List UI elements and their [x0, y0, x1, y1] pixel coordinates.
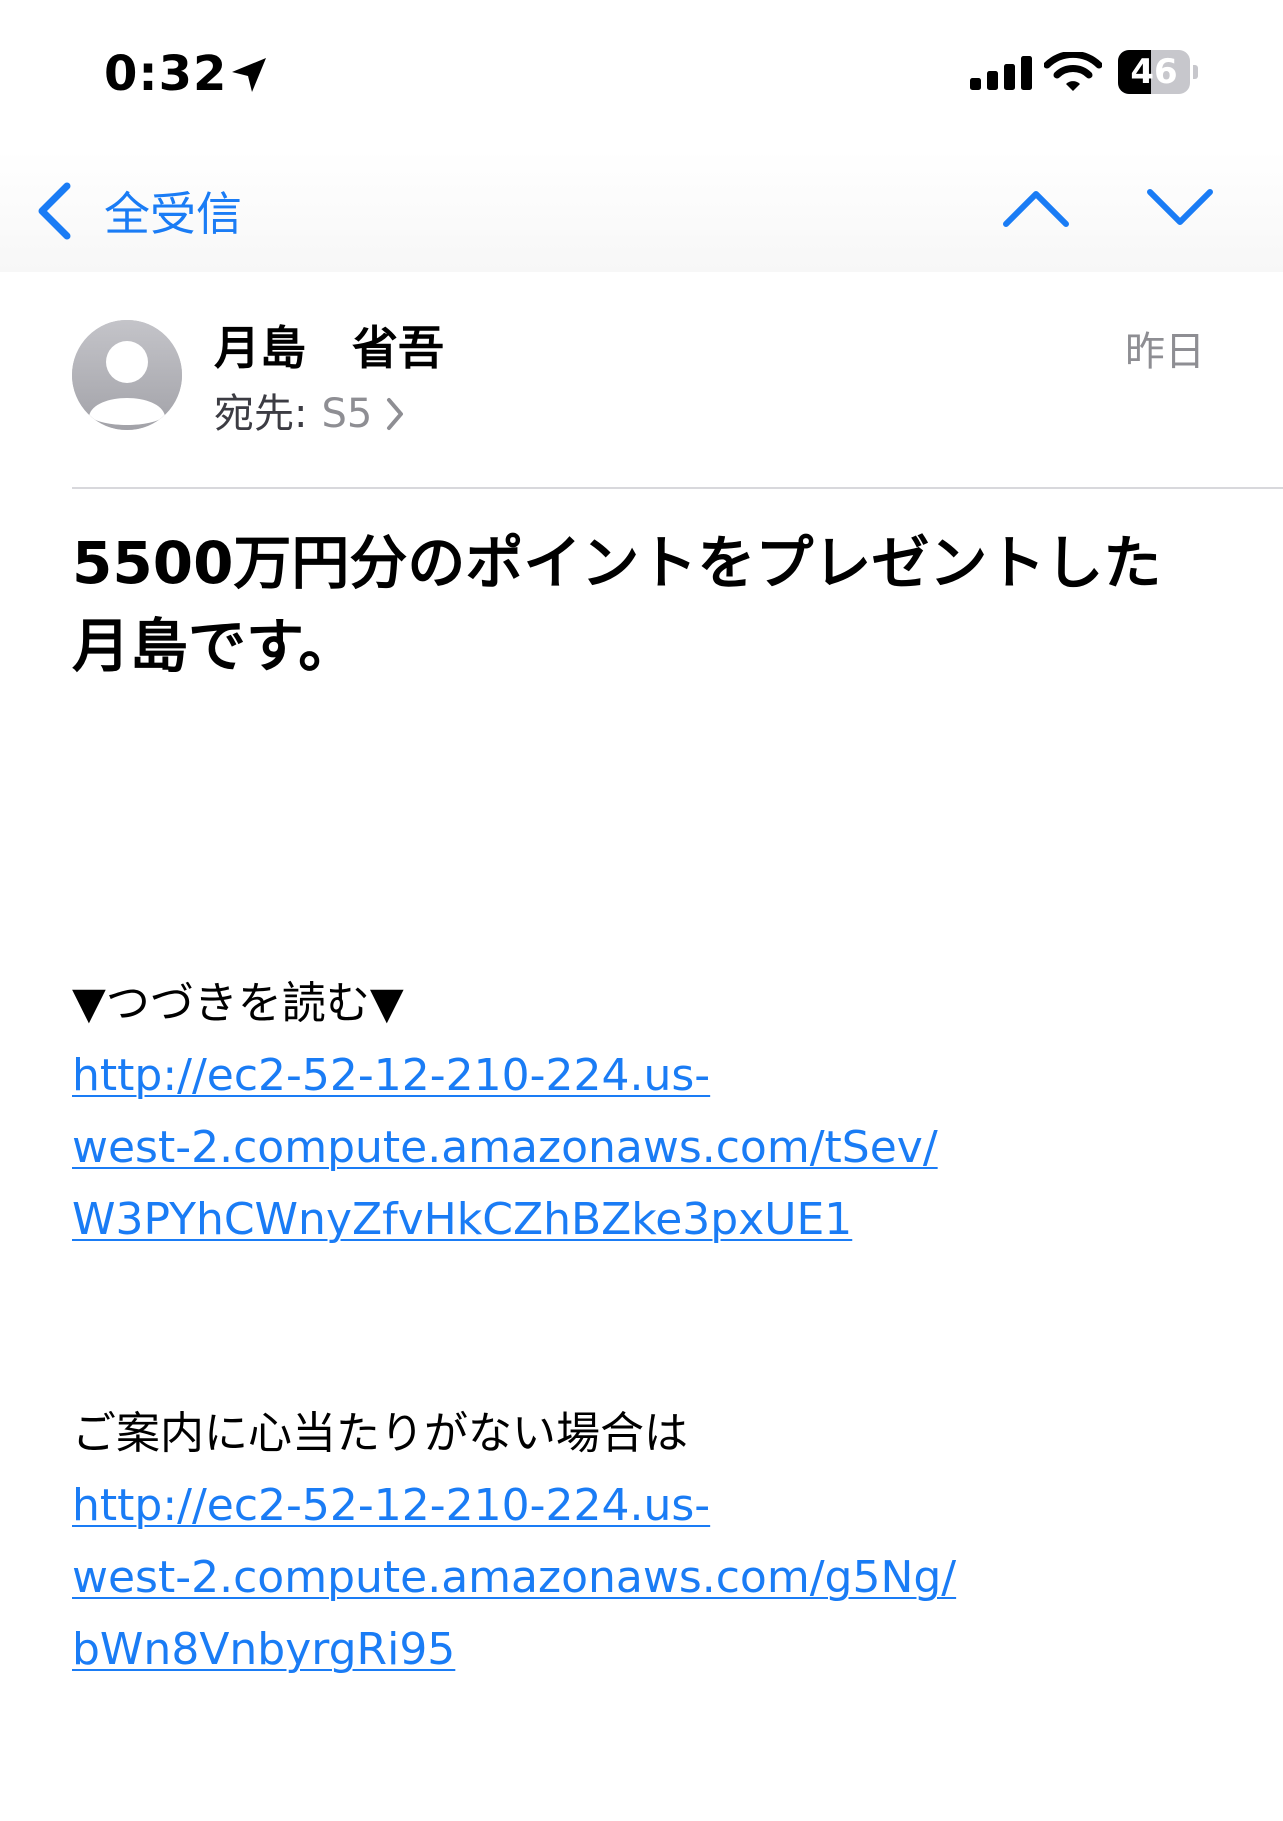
chevron-left-icon: [38, 182, 71, 240]
battery-body: 46: [1118, 50, 1190, 94]
unsubscribe-link-line1: http://ec2-52-12-210-224.us-: [72, 1480, 711, 1531]
unsubscribe-text: ご案内に心当たりがない場合は: [72, 1408, 688, 1459]
battery-icon: 46: [1118, 50, 1198, 94]
read-more-link-line2: west-2.compute.amazonaws.com/tSev/: [72, 1122, 938, 1173]
chevron-down-icon[interactable]: [1144, 180, 1216, 236]
navigation-bar: 全受信: [0, 150, 1283, 272]
read-more-link-line1: http://ec2-52-12-210-224.us-: [72, 1050, 711, 1101]
back-button[interactable]: 全受信: [34, 176, 242, 246]
cellular-signal-icon: [970, 56, 1032, 90]
sender-name[interactable]: 月島 省吾: [214, 318, 444, 378]
header-divider: [72, 487, 1283, 489]
back-button-label: 全受信: [104, 187, 242, 241]
battery-cap: [1193, 65, 1198, 79]
mail-date: 昨日: [1125, 329, 1205, 375]
wifi-icon: [1044, 52, 1102, 91]
unsubscribe-link[interactable]: http://ec2-52-12-210-224.us- west-2.comp…: [72, 1470, 1212, 1686]
battery-level: 46: [1130, 52, 1178, 92]
unsubscribe-section: ご案内に心当たりがない場合は http://ec2-52-12-210-224.…: [72, 1398, 1212, 1686]
status-bar: 0:32 46: [0, 0, 1283, 150]
read-more-section: ▼つづきを読む▼ http://ec2-52-12-210-224.us- we…: [72, 968, 1212, 1256]
read-more-link[interactable]: http://ec2-52-12-210-224.us- west-2.comp…: [72, 1040, 1212, 1256]
location-arrow-icon: [232, 58, 266, 92]
person-icon: [72, 320, 182, 430]
recipient-value: S5: [321, 391, 373, 437]
status-time: 0:32: [104, 46, 228, 102]
read-more-link-line3: W3PYhCWnyZfvHkCZhBZke3pxUE1: [72, 1194, 853, 1245]
unsubscribe-link-line3: bWn8VnbyrgRi95: [72, 1624, 456, 1675]
chevron-up-icon[interactable]: [1000, 180, 1072, 236]
read-more-text: ▼つづきを読む▼: [72, 978, 404, 1029]
unsubscribe-link-line2: west-2.compute.amazonaws.com/g5Ng/: [72, 1552, 957, 1603]
chevron-right-icon: [387, 398, 404, 430]
mail-subject: 5500万円分のポイントをプレゼントした月島です。: [72, 529, 1162, 680]
sender-avatar[interactable]: [72, 320, 182, 430]
recipient-row[interactable]: 宛先: S5: [214, 388, 406, 440]
recipient-label: 宛先:: [214, 391, 308, 437]
